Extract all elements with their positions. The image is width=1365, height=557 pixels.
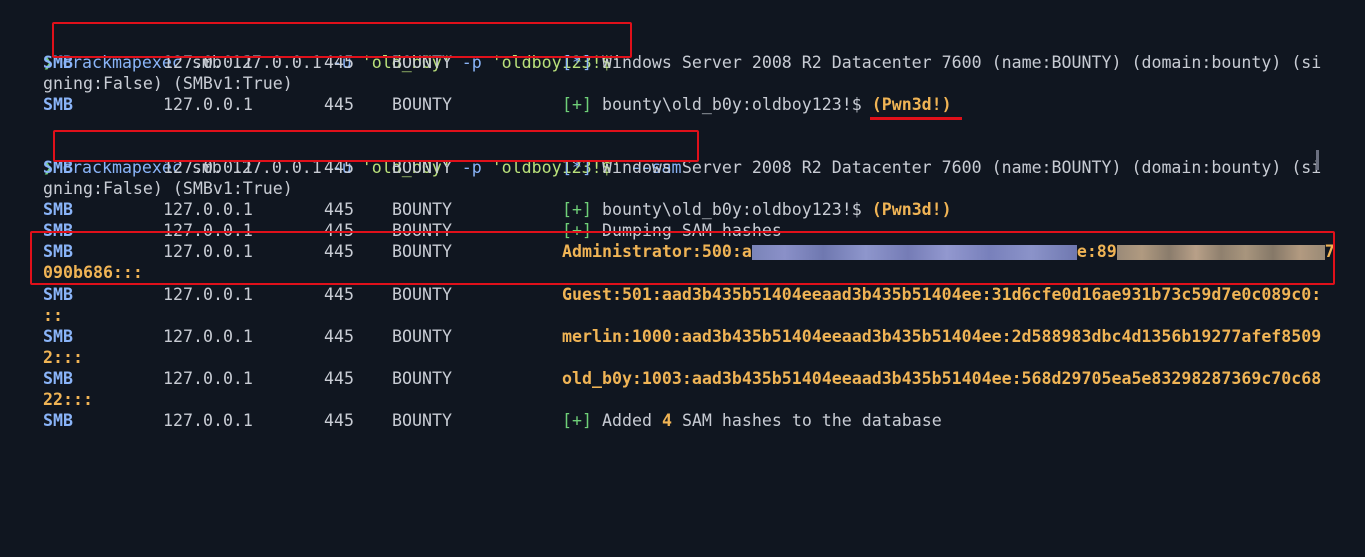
pwned-badge: (Pwn3d!) xyxy=(871,200,952,219)
port-label: 445 xyxy=(324,411,354,430)
guest-hash: Guest:501:aad3b435b51404eeaad3b435b51404… xyxy=(562,285,1322,304)
message: [*] Windows Server 2008 R2 Datacenter 76… xyxy=(562,52,1321,73)
info-text: Windows Server 2008 R2 Datacenter 7600 (… xyxy=(601,158,1322,177)
host-label: BOUNTY xyxy=(392,327,452,346)
host-label: BOUNTY xyxy=(392,200,452,219)
highlight-box-command-1 xyxy=(52,22,632,58)
pwned-badge: (Pwn3d!) xyxy=(871,95,952,114)
proto-label: SMB xyxy=(43,327,73,346)
ok-tag: [+] xyxy=(562,95,592,114)
ip-label: 127.0.0.1 xyxy=(163,95,253,114)
port-label: 445 xyxy=(324,369,354,388)
credential-text: bounty\old_b0y:oldboy123!$ xyxy=(601,200,862,219)
message: [+] Added 4 SAM hashes to the database xyxy=(562,410,942,431)
port-label: 445 xyxy=(324,285,354,304)
proto-label: SMB xyxy=(43,200,73,219)
terminal-window[interactable]: ❯ crackmapexec smb 127.0.0.1 -u 'old_b0y'… xyxy=(0,0,1365,442)
output-wrap: gning:False) (SMBv1:True) xyxy=(43,74,293,93)
host-label: BOUNTY xyxy=(392,95,452,114)
ok-tag: [+] xyxy=(562,200,592,219)
ip-label: 127.0.0.1 xyxy=(163,285,253,304)
output-wrap: :: xyxy=(43,306,63,325)
ok-tag: [+] xyxy=(562,411,592,430)
scrollbar-thumb[interactable] xyxy=(1316,150,1319,170)
message: [+] bounty\old_b0y:oldboy123!$ (Pwn3d!) xyxy=(562,94,952,115)
ip-label: 127.0.0.1 xyxy=(163,327,253,346)
output-row: SMB 127.0.0.1 445 BOUNTY merlin:1000:aad… xyxy=(43,326,1321,347)
merlin-hash: merlin:1000:aad3b435b51404eeaad3b435b514… xyxy=(562,327,1322,346)
ip-label: 127.0.0.1 xyxy=(163,411,253,430)
output-row: SMB 127.0.0.1 445 BOUNTY [+] Added 4 SAM… xyxy=(43,410,942,431)
added-count: 4 xyxy=(661,411,672,430)
proto-label: SMB xyxy=(43,411,73,430)
port-label: 445 xyxy=(324,200,354,219)
ip-label: 127.0.0.1 xyxy=(163,200,253,219)
highlight-box-admin-hash xyxy=(30,231,1335,285)
output-row: SMB 127.0.0.1 445 BOUNTY old_b0y:1003:aa… xyxy=(43,368,1321,389)
output-row: SMB 127.0.0.1 445 BOUNTY Guest:501:aad3b… xyxy=(43,284,1321,305)
message: [+] bounty\old_b0y:oldboy123!$ (Pwn3d!) xyxy=(562,199,952,220)
oldboy-hash: old_b0y:1003:aad3b435b51404eeaad3b435b51… xyxy=(562,369,1322,388)
pwned-underline xyxy=(870,117,962,120)
added-text: SAM hashes to the database xyxy=(681,411,942,430)
highlight-box-command-2 xyxy=(53,130,699,162)
port-label: 445 xyxy=(324,327,354,346)
port-label: 445 xyxy=(324,95,354,114)
output-wrap: 2::: xyxy=(43,348,83,367)
proto-label: SMB xyxy=(43,369,73,388)
output-row: SMB 127.0.0.1 445 BOUNTY [+] bounty\old_… xyxy=(43,199,952,220)
added-text: Added xyxy=(601,411,652,430)
output-row: SMB 127.0.0.1 445 BOUNTY [+] bounty\old_… xyxy=(43,94,952,115)
proto-label: SMB xyxy=(43,95,73,114)
host-label: BOUNTY xyxy=(392,369,452,388)
output-wrap: 22::: xyxy=(43,390,93,409)
credential-text: bounty\old_b0y:oldboy123!$ xyxy=(601,95,862,114)
host-label: BOUNTY xyxy=(392,411,452,430)
output-wrap: gning:False) (SMBv1:True) xyxy=(43,179,293,198)
host-label: BOUNTY xyxy=(392,285,452,304)
ip-label: 127.0.0.1 xyxy=(163,369,253,388)
info-text: Windows Server 2008 R2 Datacenter 7600 (… xyxy=(601,53,1322,72)
proto-label: SMB xyxy=(43,285,73,304)
